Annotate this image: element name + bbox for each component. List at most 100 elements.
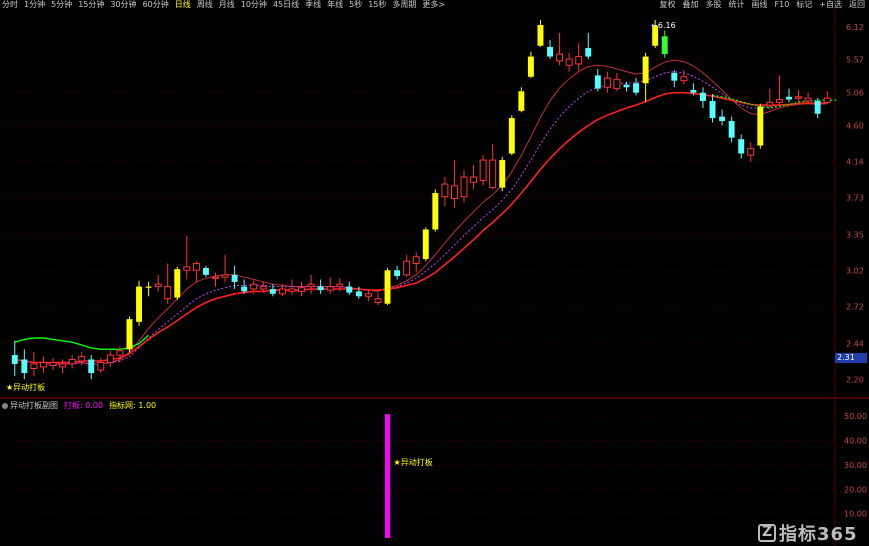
watermark-logo-icon (758, 524, 776, 542)
period-tab-4[interactable]: 30分钟 (110, 0, 136, 10)
candle-body (394, 270, 401, 276)
function-button-0[interactable]: 复权 (660, 0, 676, 10)
function-button-5[interactable]: F10 (775, 0, 790, 10)
candle-body (192, 262, 200, 271)
candle (489, 143, 497, 190)
price-axis-label: 4.14 (846, 158, 864, 167)
period-tab-14[interactable]: 15秒 (368, 0, 386, 10)
candle-body (700, 92, 706, 101)
sub-indicator-toggle-icon[interactable] (2, 402, 8, 409)
candle-body (39, 361, 47, 368)
signal-bar (385, 414, 391, 538)
candle-body (537, 24, 544, 46)
period-tab-3[interactable]: 15分钟 (78, 0, 104, 10)
param1: 打板: 0.00 (64, 401, 103, 411)
candle (39, 356, 47, 374)
candle (106, 350, 114, 367)
candle (202, 265, 209, 278)
candle (174, 266, 181, 300)
period-tab-8[interactable]: 月线 (219, 0, 235, 10)
candle-body (346, 286, 353, 293)
function-button-4[interactable]: 画线 (752, 0, 768, 10)
candle (336, 278, 344, 292)
period-tab-2[interactable]: 5分钟 (51, 0, 72, 10)
function-button-2[interactable]: 多股 (706, 0, 722, 10)
candle-body (136, 286, 142, 322)
candle (603, 71, 611, 93)
candle (585, 32, 592, 60)
period-tab-16[interactable]: 更多> (422, 0, 445, 10)
candle-body (757, 106, 764, 146)
period-tab-1[interactable]: 1分钟 (24, 0, 45, 10)
high-price-annotation: ←6.16 (651, 21, 676, 30)
candle (164, 263, 172, 304)
period-tab-15[interactable]: 多周期 (392, 0, 416, 10)
function-button-3[interactable]: 统计 (729, 0, 745, 10)
candle-body (585, 48, 592, 57)
candle-body (508, 118, 515, 154)
ma-line-thin (14, 59, 828, 365)
period-tab-7[interactable]: 周线 (197, 0, 213, 10)
candle (738, 134, 745, 159)
candle-body (212, 276, 219, 279)
indicator-name[interactable]: 异动追踪 (54, 11, 94, 21)
price-axis-label: 2.44 (846, 340, 864, 349)
candle (432, 189, 439, 232)
function-button-8[interactable]: 返回 (849, 0, 865, 10)
candle-body (594, 75, 601, 89)
indicator-label: 异动追踪 (62, 11, 95, 20)
candle-body (49, 361, 57, 366)
candle-body (623, 84, 630, 88)
candle (278, 284, 286, 297)
period-tab-10[interactable]: 45日线 (273, 0, 299, 10)
period-tab-5[interactable]: 60分钟 (143, 0, 169, 10)
period-tab-0[interactable]: 分时 (2, 0, 18, 10)
period-tab-9[interactable]: 10分钟 (241, 0, 267, 10)
sub-indicator-name[interactable]: 异动打板副图 (2, 401, 58, 411)
candle-body (565, 58, 573, 66)
candle (795, 89, 803, 104)
candle-body (78, 356, 86, 362)
period-tab-11[interactable]: 季线 (305, 0, 321, 10)
watermark: 指标365 (758, 520, 858, 546)
candle (59, 359, 67, 374)
candle (355, 286, 362, 299)
candle (183, 235, 191, 280)
candle (241, 279, 248, 294)
candle (384, 267, 391, 305)
period-tabs: 分时 1分钟 5分钟 15分钟 30分钟 60分钟 日线 周线 月线 10分钟 45日线 季线 年线 5秒… (2, 0, 445, 10)
candle-body (307, 283, 315, 288)
candle-body (547, 46, 553, 57)
function-button-6[interactable]: 标记 (796, 0, 812, 10)
candle (786, 88, 792, 103)
candle (192, 261, 200, 282)
candle-body (527, 56, 534, 77)
candle (537, 20, 544, 47)
candle (556, 32, 564, 66)
candle (470, 165, 478, 190)
period-tab-13[interactable]: 5秒 (349, 0, 362, 10)
candlestick-chart[interactable]: 6.12 5.57 5.06 4.60 4.14 3.73 3.35 3.02 2.72 2.44… (0, 0, 869, 546)
price-axis-label: 3.73 (846, 194, 864, 203)
indicator-toggle-icon[interactable] (54, 12, 61, 19)
period-tab-6[interactable]: 日线 (175, 0, 191, 10)
candle (78, 352, 86, 366)
sub-axis-label: 40.00 (844, 437, 867, 446)
candle-body (317, 286, 324, 291)
period-tab-12[interactable]: 年线 (327, 0, 343, 10)
candle (719, 109, 726, 126)
function-button-1[interactable]: 叠加 (683, 0, 699, 10)
candle-body (374, 298, 382, 303)
candle-body (183, 266, 191, 271)
sub-signal-label: ★异动打板 (394, 457, 433, 467)
candle (728, 116, 735, 143)
param2-value: 1.00 (138, 401, 157, 410)
candle (412, 252, 420, 273)
candle (364, 288, 372, 302)
candle (479, 155, 487, 186)
price-axis-label: 4.60 (846, 121, 864, 130)
function-button-7[interactable]: +自选 (819, 0, 842, 10)
candle (30, 352, 38, 377)
candle (700, 87, 706, 108)
sub-chart-info: 异动打板副图 打板: 0.00 指标网: 1.00 (2, 401, 156, 411)
